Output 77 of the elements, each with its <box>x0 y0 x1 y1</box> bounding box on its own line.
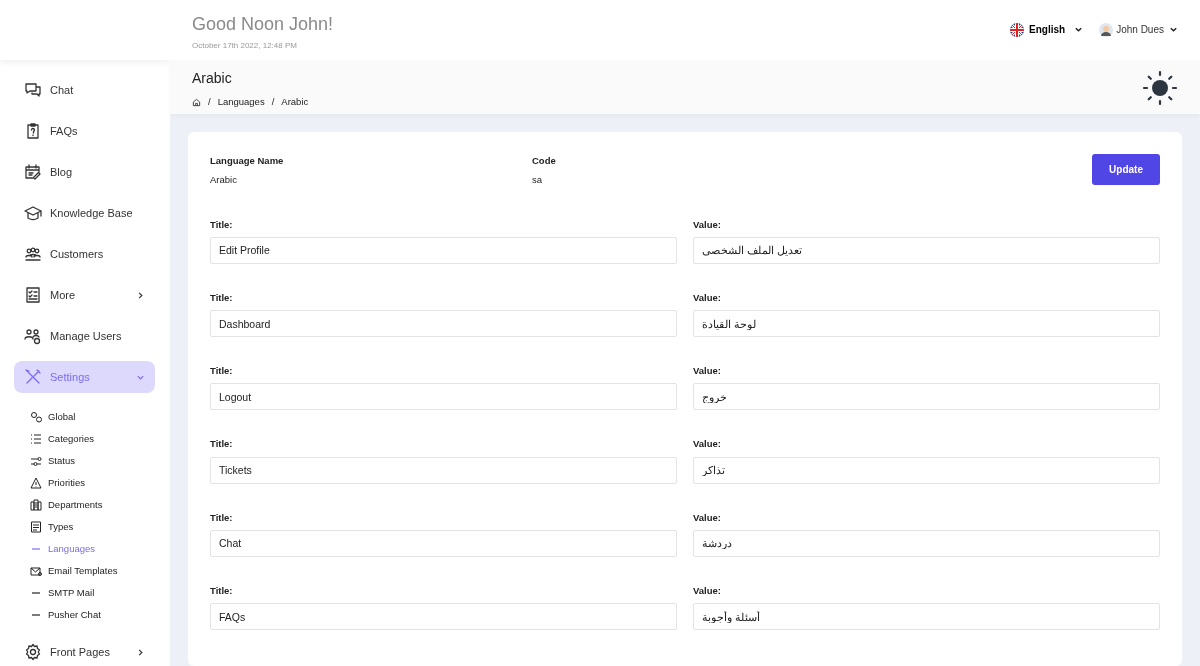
field-label: Title: <box>210 583 234 598</box>
field-label: Title: <box>210 290 234 305</box>
field-label: Value: <box>693 510 722 525</box>
update-button[interactable]: Update <box>1092 154 1160 185</box>
field-label: Title: <box>210 217 234 232</box>
field-label: Title: <box>210 364 234 378</box>
checklist-icon <box>24 286 42 304</box>
sliders-icon <box>30 455 42 467</box>
user-menu[interactable]: John Dues <box>1099 22 1178 37</box>
field-label: Value: <box>693 437 722 452</box>
sidebar-item[interactable]: FAQs <box>14 115 155 147</box>
field-label: Language Name <box>210 154 285 168</box>
date-time: October 17th 2022, 12:48 PM <box>192 39 298 52</box>
sidebar-item[interactable]: Chat <box>14 74 155 106</box>
sun-icon[interactable] <box>1142 70 1178 106</box>
avatar-icon <box>1099 22 1114 37</box>
chat-bubbles-icon <box>24 81 42 99</box>
submenu-item[interactable]: Email Templates <box>30 560 118 582</box>
chevron-down-icon <box>1169 25 1178 34</box>
field-label: Value: <box>693 364 722 378</box>
clipboard-question-icon <box>24 122 42 140</box>
list-icon <box>30 433 42 445</box>
value-input[interactable]: لوحة القيادة <box>693 310 1160 337</box>
building-icon <box>30 499 42 511</box>
title-input[interactable]: Edit Profile <box>210 236 677 264</box>
submenu-item[interactable]: Status <box>30 450 75 472</box>
field-label: Value: <box>693 217 722 232</box>
value-input[interactable]: دردشة <box>693 529 1160 557</box>
field-label: Title: <box>210 510 234 525</box>
greeting: Good Noon John! <box>192 14 334 36</box>
sidebar-item[interactable]: More <box>14 279 155 311</box>
value-input[interactable]: تذاكر <box>693 456 1160 484</box>
sidebar-item[interactable]: Blog <box>14 156 155 188</box>
submenu-item[interactable]: Types <box>30 516 74 538</box>
breadcrumb-separator: / <box>208 95 211 109</box>
submenu-item[interactable]: Languages <box>30 538 96 560</box>
value-input[interactable]: خروج <box>693 383 1160 411</box>
graduation-cap-icon <box>24 204 42 222</box>
language-code: sa <box>532 173 544 188</box>
form-icon <box>30 521 42 533</box>
field-label: Value: <box>693 290 722 305</box>
title-input[interactable]: Tickets <box>210 456 677 484</box>
title-input[interactable]: Dashboard <box>210 310 677 337</box>
breadcrumb-separator: / <box>271 95 275 109</box>
gears-icon <box>30 411 42 423</box>
warning-triangle-icon <box>30 477 42 489</box>
value-input[interactable]: أسئلة وأجوبة <box>693 603 1160 630</box>
submenu-item[interactable]: Global <box>30 406 76 428</box>
field-label: Title: <box>210 437 234 452</box>
submenu-item[interactable]: SMTP Mail <box>30 582 95 604</box>
page-title: Arabic <box>192 69 233 88</box>
sidebar-item[interactable]: Manage Users <box>14 320 155 352</box>
submenu-item[interactable]: Pusher Chat <box>30 604 101 626</box>
language-name: Arabic <box>210 173 238 188</box>
field-label: Value: <box>693 583 722 598</box>
breadcrumb-current: Arabic <box>281 95 309 109</box>
submenu-item[interactable]: Priorities <box>30 472 85 494</box>
chevron-down-icon <box>1074 25 1084 34</box>
envelope-icon <box>30 565 42 577</box>
title-input[interactable]: Logout <box>210 383 677 411</box>
home-icon[interactable] <box>192 97 201 107</box>
submenu-item[interactable]: Categories <box>30 428 94 450</box>
submenu-item[interactable]: Departments <box>30 494 103 516</box>
title-input[interactable]: Chat <box>210 529 677 557</box>
sidebar-item[interactable]: Front Pages <box>14 636 155 666</box>
calendar-pen-icon <box>24 163 42 181</box>
users-gear-icon <box>24 327 42 345</box>
breadcrumb-link[interactable]: Languages <box>217 95 265 110</box>
value-input[interactable]: تعديل الملف الشخصي <box>693 236 1160 264</box>
gear-icon <box>24 643 42 661</box>
language-dropdown[interactable]: English <box>1010 22 1084 37</box>
people-group-icon <box>24 245 42 263</box>
sidebar-item[interactable]: Customers <box>14 238 155 270</box>
field-label: Code <box>532 154 556 168</box>
flag-icon <box>1010 22 1025 37</box>
sidebar-item[interactable]: Knowledge Base <box>14 197 155 229</box>
title-input[interactable]: FAQs <box>210 603 677 630</box>
